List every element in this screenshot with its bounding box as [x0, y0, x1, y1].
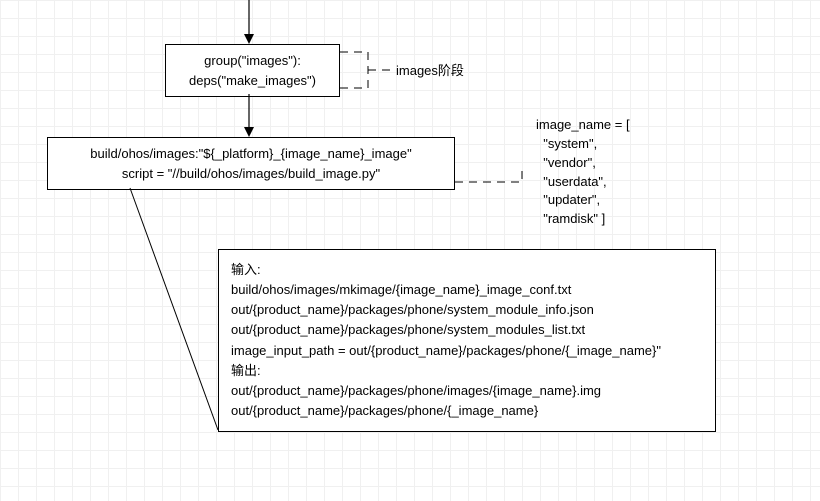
- io-input-header: 输入:: [231, 260, 703, 280]
- box1-line2: deps("make_images"): [176, 71, 329, 91]
- io-output-line2: out/{product_name}/packages/phone/{_imag…: [231, 401, 703, 421]
- box2-line2: script = "//build/ohos/images/build_imag…: [58, 164, 444, 184]
- box-group-images: group("images"): deps("make_images"): [165, 44, 340, 97]
- box-build-ohos-images: build/ohos/images:"${_platform}_{image_n…: [47, 137, 455, 190]
- io-input-line2: out/{product_name}/packages/phone/system…: [231, 300, 703, 320]
- label-image-name-list: image_name = [ "system", "vendor", "user…: [536, 116, 630, 229]
- box-io: 输入: build/ohos/images/mkimage/{image_nam…: [218, 249, 716, 432]
- io-input-line4: image_input_path = out/{product_name}/pa…: [231, 341, 703, 361]
- io-output-header: 输出:: [231, 361, 703, 381]
- box1-line1: group("images"):: [176, 51, 329, 71]
- io-input-line1: build/ohos/images/mkimage/{image_name}_i…: [231, 280, 703, 300]
- io-input-line3: out/{product_name}/packages/phone/system…: [231, 320, 703, 340]
- box2-line1: build/ohos/images:"${_platform}_{image_n…: [58, 144, 444, 164]
- label-images-stage: images阶段: [396, 62, 464, 81]
- io-output-line1: out/{product_name}/packages/phone/images…: [231, 381, 703, 401]
